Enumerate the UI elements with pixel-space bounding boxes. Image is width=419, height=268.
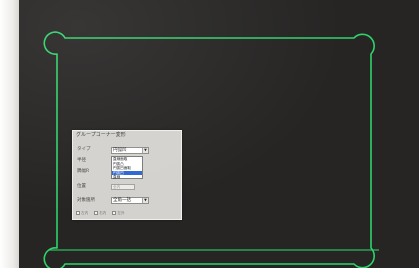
checkbox-left-outer[interactable]: 左外 xyxy=(112,211,125,217)
checkbox-label: 左内 xyxy=(81,211,89,215)
screen: グループコーナー変形 タイプ 円弧凹 ▼ 半径 隅幅R 直線面取 円弧凸 円弧凹… xyxy=(19,0,419,268)
checkbox-icon[interactable] xyxy=(76,211,80,215)
chevron-down-icon[interactable]: ▼ xyxy=(142,148,148,153)
spacing-label: 隅幅R xyxy=(77,169,90,174)
position-field[interactable]: 全内 xyxy=(111,184,135,190)
type-option[interactable]: 直線 xyxy=(112,175,142,180)
checkbox-row: 左内 右内 左外 xyxy=(76,211,180,217)
type-dropdown-value: 円弧凹 xyxy=(113,148,127,153)
monitor-bezel xyxy=(0,0,19,268)
target-dropdown-value: 全角一括 xyxy=(113,198,131,203)
target-label: 対象箇所 xyxy=(77,198,95,203)
checkbox-icon[interactable] xyxy=(112,211,117,215)
chevron-down-icon[interactable]: ▼ xyxy=(142,198,148,203)
position-label: 位置 xyxy=(77,184,86,189)
dialog-title: グループコーナー変形 xyxy=(76,132,126,138)
checkbox-label: 右内 xyxy=(99,211,107,215)
checkbox-label: 左外 xyxy=(117,211,125,215)
checkbox-left-inner[interactable]: 左内 xyxy=(76,211,88,217)
type-label: タイプ xyxy=(77,147,91,152)
type-dropdown[interactable]: 円弧凹 ▼ xyxy=(111,147,149,154)
checkbox-icon[interactable] xyxy=(94,211,99,215)
type-options-list[interactable]: 直線面取 円弧凸 円弧凹面取 円弧凹 直線 xyxy=(111,156,143,179)
group-corner-dialog[interactable]: グループコーナー変形 タイプ 円弧凹 ▼ 半径 隅幅R 直線面取 円弧凸 円弧凹… xyxy=(72,130,182,220)
checkbox-right-inner[interactable]: 右内 xyxy=(94,211,106,217)
radius-label: 半径 xyxy=(77,158,86,163)
target-dropdown[interactable]: 全角一括 ▼ xyxy=(111,197,149,204)
